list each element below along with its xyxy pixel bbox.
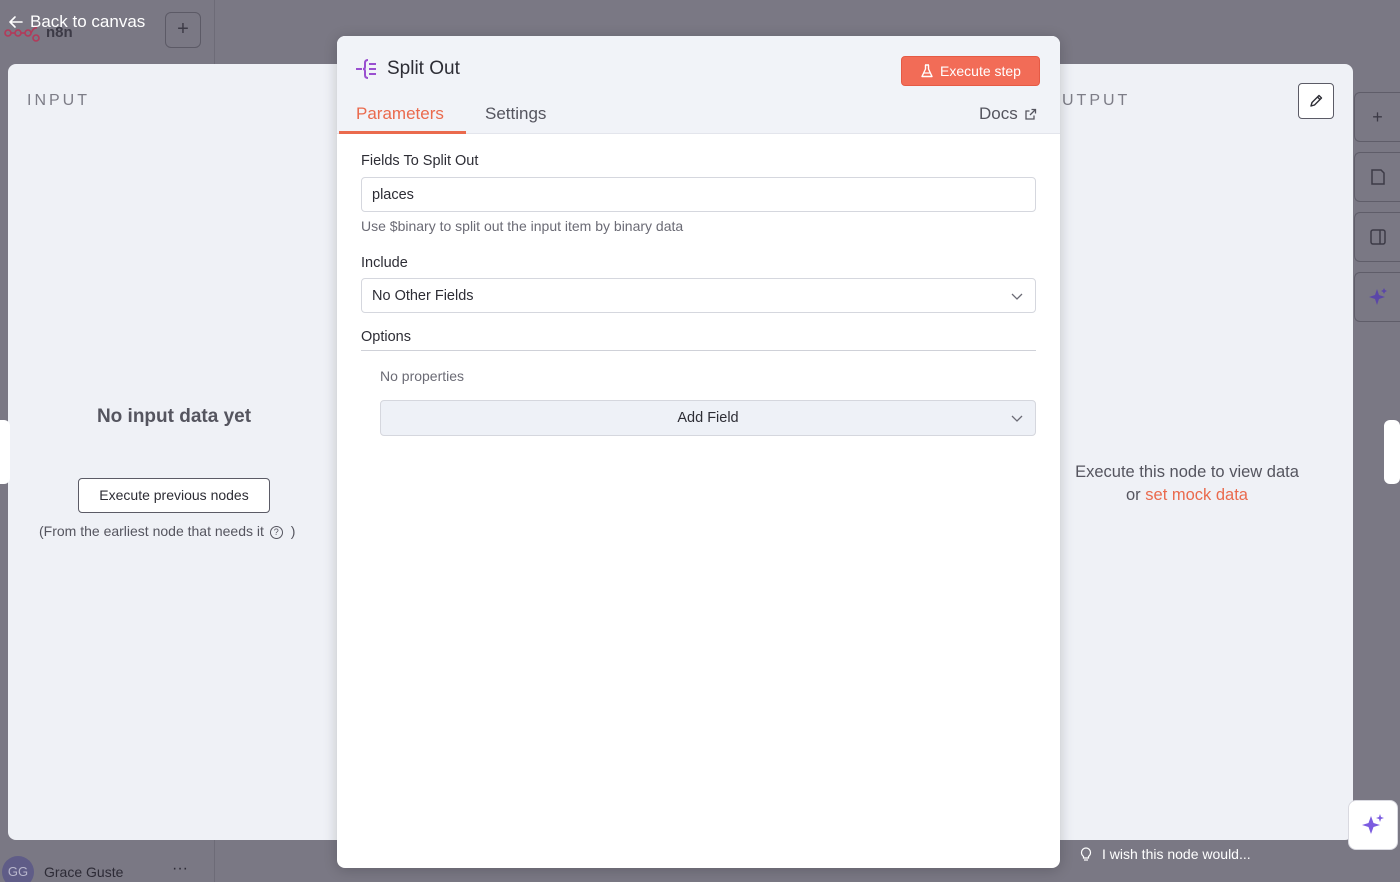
ai-sparkle-icon xyxy=(1362,814,1384,834)
execute-step-button[interactable]: Execute step xyxy=(901,56,1040,86)
external-link-icon xyxy=(1025,108,1036,120)
execute-step-label: Execute step xyxy=(940,63,1021,79)
feedback-label: I wish this node would... xyxy=(1102,846,1251,862)
help-icon[interactable]: ? xyxy=(269,526,283,539)
panel-toggle-icon[interactable] xyxy=(1354,212,1400,262)
back-to-canvas-link[interactable]: Back to canvas xyxy=(8,12,145,32)
node-title[interactable]: Split Out xyxy=(387,58,460,80)
chevron-down-icon xyxy=(1011,415,1023,422)
execute-previous-note: (From the earliest node that needs it ? … xyxy=(39,523,295,539)
add-field-label: Add Field xyxy=(677,410,739,426)
input-panel: INPUT No input data yet Execute previous… xyxy=(8,64,348,840)
fields-to-split-label: Fields To Split Out xyxy=(361,153,479,169)
tab-parameters[interactable]: Parameters xyxy=(356,104,444,124)
user-name: Grace Guste xyxy=(44,864,124,880)
add-field-button[interactable]: Add Field xyxy=(380,400,1036,436)
set-mock-data-link[interactable]: set mock data xyxy=(1145,486,1248,504)
add-node-icon[interactable]: + xyxy=(1354,92,1400,142)
back-to-canvas-label: Back to canvas xyxy=(30,12,146,31)
note-suffix: ) xyxy=(290,523,296,539)
node-details-modal: Split Out Execute step Parameters Settin… xyxy=(337,36,1060,868)
ai-sparkle-icon[interactable] xyxy=(1354,272,1400,322)
user-menu[interactable]: GG Grace Guste ··· xyxy=(0,854,215,882)
lightbulb-icon xyxy=(1080,847,1092,861)
split-out-icon xyxy=(356,59,376,79)
fields-to-split-hint: Use $binary to split out the input item … xyxy=(361,218,684,234)
no-properties-text: No properties xyxy=(380,368,465,384)
arrow-left-icon xyxy=(9,16,23,28)
pencil-icon xyxy=(1310,94,1323,107)
create-button[interactable]: + xyxy=(165,12,201,48)
ai-assistant-button[interactable] xyxy=(1348,800,1398,850)
options-label: Options xyxy=(361,329,411,345)
tab-settings[interactable]: Settings xyxy=(485,104,546,124)
active-tab-indicator xyxy=(339,131,466,134)
output-panel: UTPUT Execute this node to view data or … xyxy=(1048,64,1353,840)
node-header: Split Out Execute step Parameters Settin… xyxy=(337,36,1060,134)
feedback-link[interactable]: I wish this node would... xyxy=(1080,846,1251,862)
output-heading: UTPUT xyxy=(1062,92,1131,109)
more-icon[interactable]: ··· xyxy=(172,860,188,878)
flask-icon xyxy=(921,64,933,78)
docs-label: Docs xyxy=(979,104,1018,123)
input-panel-drag-handle[interactable] xyxy=(0,420,10,484)
note-prefix: (From the earliest node that needs it xyxy=(39,523,264,539)
avatar: GG xyxy=(2,856,34,882)
docs-link[interactable]: Docs xyxy=(979,104,1037,124)
fields-to-split-input[interactable] xyxy=(361,177,1036,212)
output-message-line: Execute this node to view data xyxy=(1075,463,1299,481)
execute-previous-nodes-button[interactable]: Execute previous nodes xyxy=(78,478,270,513)
output-panel-drag-handle[interactable] xyxy=(1384,420,1400,484)
include-select-value: No Other Fields xyxy=(372,288,474,304)
no-input-title: No input data yet xyxy=(96,406,252,427)
input-heading: INPUT xyxy=(27,92,90,109)
sticky-note-icon[interactable] xyxy=(1354,152,1400,202)
output-message-or: or xyxy=(1126,486,1141,504)
include-select[interactable]: No Other Fields xyxy=(361,278,1036,313)
options-divider xyxy=(361,350,1036,351)
include-label: Include xyxy=(361,255,408,271)
chevron-down-icon xyxy=(1011,293,1023,300)
output-empty-message: Execute this node to view data or set mo… xyxy=(1048,461,1326,507)
edit-output-button[interactable] xyxy=(1298,83,1334,119)
